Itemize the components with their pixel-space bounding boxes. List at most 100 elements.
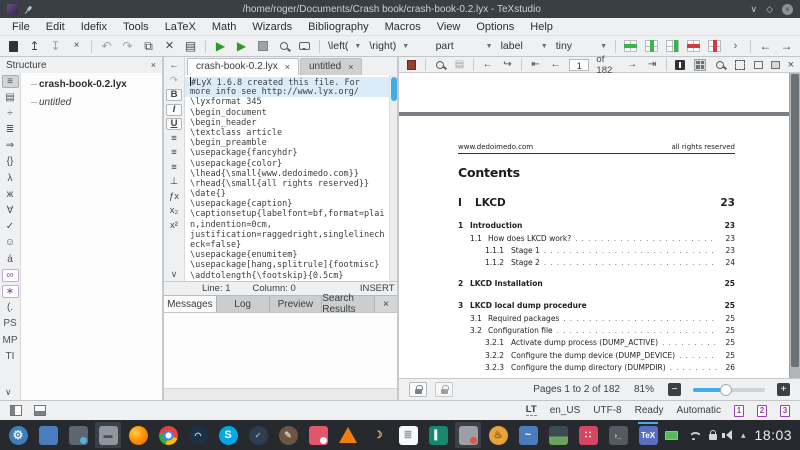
maximize-button[interactable]: ◇ [766, 4, 773, 15]
view-log-button[interactable] [277, 42, 290, 50]
system-monitor-icon[interactable]: ~ [515, 422, 541, 448]
stop-button[interactable] [256, 41, 269, 51]
right-delimiter-dropdown[interactable]: \right)▼ [369, 40, 409, 52]
code-line[interactable]: eck=false} [185, 240, 397, 250]
greek-letters-icon[interactable]: λ [2, 172, 19, 185]
pdf-maximize-icon[interactable] [771, 61, 780, 69]
messages-scrollbar[interactable] [164, 388, 397, 400]
menu-tools[interactable]: Tools [123, 21, 149, 33]
vlc-icon[interactable] [335, 422, 361, 448]
tikz-icon[interactable]: TI [2, 350, 19, 363]
code-line[interactable]: \lyxformat 345 [185, 97, 397, 107]
code-line[interactable]: \begin_header [185, 118, 397, 128]
skype-icon[interactable]: S [215, 422, 241, 448]
pdf-page-view[interactable]: www.dedoimedo.com all rights reserved Co… [399, 73, 800, 378]
music-red-icon[interactable]: ∷ [575, 422, 601, 448]
menu-latex[interactable]: LaTeX [165, 21, 196, 33]
bracket-symbols-icon[interactable]: {} [2, 156, 19, 169]
pdf-fullscreen-icon[interactable] [734, 60, 747, 70]
special-symbols-icon[interactable]: ∗ [2, 285, 19, 298]
reference-dropdown[interactable]: label▼ [501, 40, 548, 52]
pdf-forward-icon[interactable]: ↪ [501, 60, 514, 70]
pdf-first-page-icon[interactable]: ⇤ [529, 60, 542, 70]
code-line[interactable]: n,indention=0cm, [185, 220, 397, 230]
undo-button[interactable]: ↶ [100, 40, 113, 52]
pdf-single-page-icon[interactable] [674, 60, 687, 70]
media-red-icon[interactable] [305, 422, 331, 448]
pdf-page-input[interactable]: 1 [569, 59, 589, 71]
notes-book-icon[interactable]: ▍ [425, 422, 451, 448]
menu-bibliography[interactable]: Bibliography [308, 21, 369, 33]
pdf-back-icon[interactable]: ← [481, 60, 494, 70]
app-launcher-icon[interactable]: ⚙ [5, 422, 31, 448]
close-file-button[interactable]: × [70, 41, 83, 51]
volume-tray-icon[interactable] [726, 430, 732, 440]
toc-entry[interactable]: 3.2.1Activate dump process (DUMP_ACTIVE)… [458, 338, 735, 350]
cyrillic-letters-icon[interactable]: ж [2, 188, 19, 201]
tab-close-icon[interactable]: × [285, 62, 290, 72]
wifi-tray-icon[interactable] [687, 431, 700, 440]
editor-tab[interactable]: untitled× [300, 58, 363, 75]
relation-symbols-icon[interactable]: ≣ [2, 124, 19, 137]
toc-entry[interactable]: 3.2.2Configure the dump device (DUMP_DEV… [458, 351, 735, 363]
align-right-icon[interactable]: ≡ [166, 162, 182, 174]
menu-macros[interactable]: Macros [385, 21, 421, 33]
misc-text-icon[interactable]: ☺ [2, 237, 19, 250]
paste-button[interactable]: ▤ [184, 40, 197, 52]
pdf-zoom-out-button[interactable]: − [668, 383, 681, 396]
terminal-mini-icon[interactable]: ›_ [605, 422, 631, 448]
menu-idefix[interactable]: Idefix [81, 21, 107, 33]
messages-tab-messages[interactable]: Messages [164, 296, 217, 312]
pdf-zoom-slider[interactable] [693, 388, 765, 392]
open-file-button[interactable]: ↥ [28, 40, 41, 52]
metapost-icon[interactable]: MP [2, 334, 19, 347]
accented-letters-icon[interactable]: á [2, 253, 19, 266]
code-line[interactable]: \addtolength{\footskip}{0.5cm} [185, 271, 397, 281]
encoding-indicator[interactable]: UTF-8 [593, 405, 621, 416]
toc-entry[interactable]: 2LKCD Installation25 [458, 279, 735, 292]
remove-row-icon[interactable] [687, 40, 700, 52]
show-desktop-icon[interactable] [65, 422, 91, 448]
tray-expand-chevron[interactable]: ▴ [741, 430, 746, 441]
toc-entry[interactable]: 3.2.3Configure the dump directory (DUMPD… [458, 363, 735, 375]
language-indicator[interactable]: en_US [550, 405, 581, 416]
save-file-button[interactable]: ↧ [49, 40, 62, 52]
gimp-icon[interactable]: ✎ [275, 422, 301, 448]
pdf-scroll-lock-icon[interactable] [435, 382, 453, 397]
messages-tab-preview[interactable]: Preview [270, 296, 323, 312]
code-editor[interactable]: #LyX 1.6.8 created this file. Formore in… [185, 75, 397, 281]
line-ending-indicator[interactable]: Automatic [677, 405, 721, 416]
new-file-button[interactable] [7, 41, 20, 52]
code-line[interactable]: \usepackage{caption} [185, 199, 397, 209]
compile-button[interactable]: ▶ [235, 40, 248, 52]
copy-button[interactable]: ⧉ [142, 40, 155, 52]
code-line[interactable]: \begin_preamble [185, 138, 397, 148]
tablet-icon[interactable] [455, 422, 481, 448]
bookmark-3-icon[interactable]: 3 [780, 405, 790, 417]
bookmarks-icon[interactable]: ▤ [2, 91, 19, 104]
toggle-messages-icon[interactable] [34, 405, 46, 416]
pdf-magnifier-lock-icon[interactable] [409, 382, 427, 397]
editor-scrollbar[interactable] [389, 75, 397, 281]
fontsize-dropdown[interactable]: tiny▼ [556, 40, 607, 52]
subscript-icon[interactable]: x₂ [166, 205, 182, 217]
redo-button[interactable]: ↷ [121, 40, 134, 52]
remove-column-icon[interactable] [708, 40, 721, 52]
pstricks-icon[interactable]: PS [2, 318, 19, 331]
code-line[interactable]: \textclass article [185, 128, 397, 138]
pdf-toc-toggle-icon[interactable] [405, 60, 418, 70]
pdf-prev-page-icon[interactable]: ← [549, 60, 562, 70]
math-operators-icon[interactable]: ÷ [2, 107, 19, 120]
pdf-close-icon[interactable]: × [788, 59, 794, 71]
menu-edit[interactable]: Edit [46, 21, 65, 33]
steam-icon[interactable]: ◠ [185, 422, 211, 448]
toc-entry[interactable]: 1Introduction23 [458, 221, 735, 234]
superscript-icon[interactable]: x² [166, 220, 182, 232]
code-line[interactable]: \usepackage[hang,splitrule]{footmisc} [185, 260, 397, 270]
code-line[interactable]: \usepackage{color} [185, 159, 397, 169]
messages-panel-body[interactable] [164, 312, 397, 388]
infinity-symbols-icon[interactable]: ∞ [2, 269, 19, 282]
underline-icon[interactable]: U [166, 118, 182, 130]
toc-entry[interactable]: 1.1.1Stage 1. . . . . . . . . . . . . . … [458, 246, 735, 258]
photo-swirl-icon[interactable]: ✓ [245, 422, 271, 448]
